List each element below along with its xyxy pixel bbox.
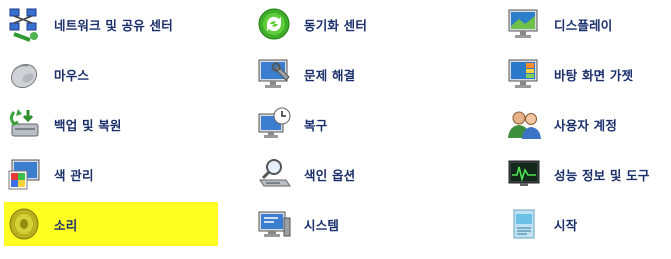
item-label: 색인 옵션 <box>304 167 356 183</box>
item-recovery[interactable]: 복구 <box>254 102 484 146</box>
item-sync-center[interactable]: 동기화 센터 <box>254 2 484 46</box>
item-label: 소리 <box>54 217 78 233</box>
item-mouse[interactable]: 마우스 <box>4 52 218 96</box>
mouse-icon <box>4 54 44 94</box>
item-label: 네트워크 및 공유 센터 <box>54 17 173 33</box>
item-system[interactable]: 시스템 <box>254 202 484 246</box>
item-sound[interactable]: 소리 <box>4 202 218 246</box>
item-getting-started[interactable]: 시작 <box>504 202 671 246</box>
getting-started-icon <box>504 204 544 244</box>
display-icon <box>504 4 544 44</box>
color-management-icon <box>4 154 44 194</box>
item-label: 복구 <box>304 117 328 133</box>
indexing-options-icon <box>254 154 294 194</box>
item-performance-tools[interactable]: 성능 정보 및 도구 <box>504 152 671 196</box>
item-label: 문제 해결 <box>304 67 356 83</box>
item-label: 백업 및 복원 <box>54 117 122 133</box>
item-user-accounts[interactable]: 사용자 계정 <box>504 102 671 146</box>
desktop-gadgets-icon <box>504 54 544 94</box>
item-troubleshooting[interactable]: 문제 해결 <box>254 52 484 96</box>
system-icon <box>254 204 294 244</box>
sync-center-icon <box>254 4 294 44</box>
item-label: 사용자 계정 <box>554 117 618 133</box>
item-desktop-gadgets[interactable]: 바탕 화면 가젯 <box>504 52 671 96</box>
item-label: 마우스 <box>54 67 90 83</box>
recovery-icon <box>254 104 294 144</box>
sound-icon <box>4 204 44 244</box>
item-backup-restore[interactable]: 백업 및 복원 <box>4 102 218 146</box>
item-label: 시스템 <box>304 217 340 233</box>
item-color-management[interactable]: 색 관리 <box>4 152 218 196</box>
troubleshooting-icon <box>254 54 294 94</box>
item-indexing-options[interactable]: 색인 옵션 <box>254 152 484 196</box>
backup-restore-icon <box>4 104 44 144</box>
item-label: 동기화 센터 <box>304 17 368 33</box>
item-network-sharing-center[interactable]: 네트워크 및 공유 센터 <box>4 2 218 46</box>
item-label: 성능 정보 및 도구 <box>554 167 650 183</box>
item-label: 디스플레이 <box>554 17 613 33</box>
user-accounts-icon <box>504 104 544 144</box>
control-panel-grid: 네트워크 및 공유 센터 동기화 센터 디스플레이 마우스 문제 해결 바탕 화… <box>0 0 671 259</box>
item-display[interactable]: 디스플레이 <box>504 2 671 46</box>
performance-tools-icon <box>504 154 544 194</box>
item-label: 시작 <box>554 217 578 233</box>
item-label: 바탕 화면 가젯 <box>554 67 634 83</box>
item-label: 색 관리 <box>54 167 94 183</box>
network-sharing-icon <box>4 4 44 44</box>
